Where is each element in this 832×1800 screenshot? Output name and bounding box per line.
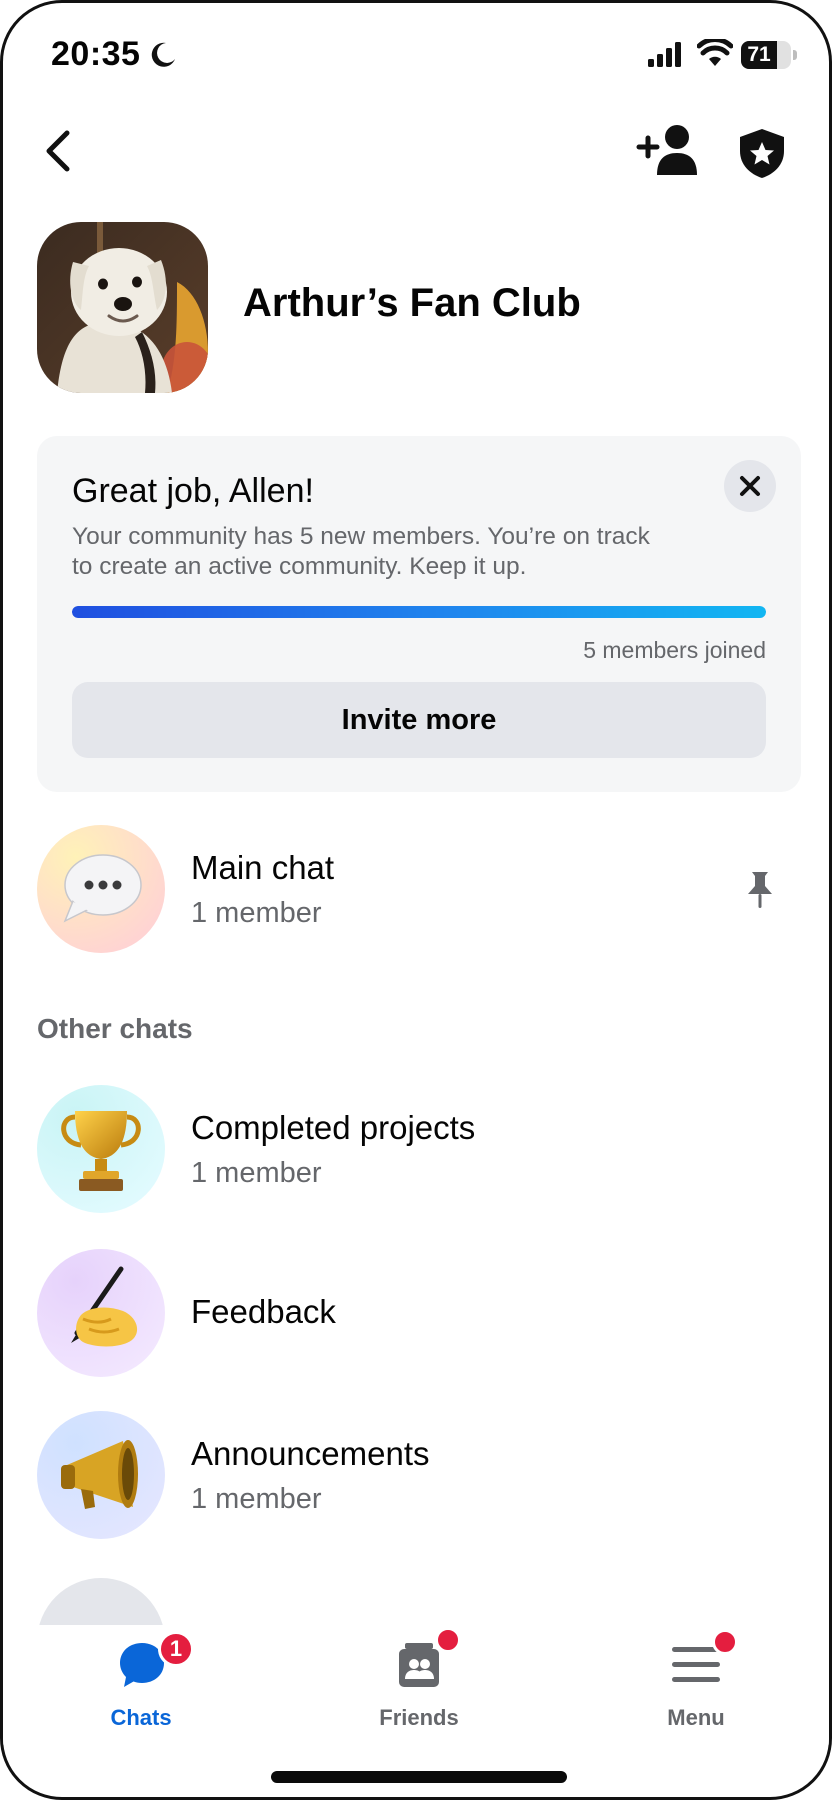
pin-icon[interactable] <box>745 870 775 910</box>
nav-label: Menu <box>667 1705 725 1730</box>
battery-level: 71 <box>747 43 771 66</box>
nav-label: Chats <box>110 1705 172 1730</box>
admin-shield-icon[interactable] <box>737 127 787 179</box>
chat-row-announcements[interactable]: Announcements 1 member <box>37 1411 801 1539</box>
chat-row-feedback[interactable]: Feedback <box>37 1249 801 1377</box>
chats-badge: 1 <box>158 1631 194 1667</box>
chat-member-count: 1 member <box>191 1483 322 1515</box>
cellular-signal-icon <box>648 42 681 67</box>
chat-member-count: 1 member <box>191 897 322 929</box>
group-avatar[interactable] <box>37 222 208 393</box>
trophy-icon <box>37 1085 165 1213</box>
battery-icon: 71 <box>741 41 797 69</box>
other-chats-heading: Other chats <box>37 1013 193 1044</box>
menu-notification-dot <box>712 1629 738 1655</box>
chat-member-count: 1 member <box>191 1157 322 1189</box>
chat-avatar <box>37 1085 165 1213</box>
group-title: Arthur’s Fan Club <box>243 281 581 325</box>
close-icon <box>740 476 760 496</box>
bottom-nav: 1 Chats Friends Menu <box>3 1625 829 1745</box>
chat-name: Main chat <box>191 849 335 886</box>
chat-row-completed-projects[interactable]: Completed projects 1 member <box>37 1085 801 1213</box>
nav-menu[interactable]: Menu <box>606 1625 786 1743</box>
friends-notification-dot <box>435 1627 461 1653</box>
card-description: Your community has 5 new members. You’re… <box>72 523 650 580</box>
dog-photo-icon <box>37 222 208 393</box>
card-title: Great job, Allen! <box>72 472 314 510</box>
members-joined-label: 5 members joined <box>583 637 766 663</box>
speech-bubble-icon <box>37 825 165 953</box>
members-progress-bar <box>72 606 766 618</box>
close-card-button[interactable] <box>724 460 776 512</box>
chat-avatar <box>37 1249 165 1377</box>
phone-frame: 20:35 71 Arthur’s Fan Club Great job, Al… <box>0 0 832 1800</box>
nav-friends[interactable]: Friends <box>329 1625 509 1743</box>
main-chat-avatar <box>37 825 165 953</box>
back-arrow-icon[interactable] <box>37 125 81 177</box>
wifi-icon <box>697 39 733 66</box>
nav-label: Friends <box>379 1705 459 1730</box>
chat-name: Announcements <box>191 1435 430 1472</box>
chat-avatar <box>37 1411 165 1539</box>
invite-more-button[interactable]: Invite more <box>72 682 766 758</box>
megaphone-icon <box>37 1411 165 1539</box>
moon-icon <box>151 42 175 67</box>
chat-name: Feedback <box>191 1293 336 1330</box>
nav-chats[interactable]: 1 Chats <box>51 1625 231 1743</box>
status-time: 20:35 <box>51 35 141 73</box>
community-progress-card: Great job, Allen! Your community has 5 n… <box>37 436 801 792</box>
chat-name: Completed projects <box>191 1109 476 1146</box>
writing-hand-icon <box>37 1249 165 1377</box>
chat-row-partial[interactable] <box>37 1578 801 1706</box>
home-indicator <box>271 1771 567 1783</box>
status-bar: 20:35 71 <box>3 3 829 103</box>
main-chat-row[interactable]: Main chat 1 member <box>37 825 801 953</box>
add-member-icon[interactable] <box>635 123 699 177</box>
